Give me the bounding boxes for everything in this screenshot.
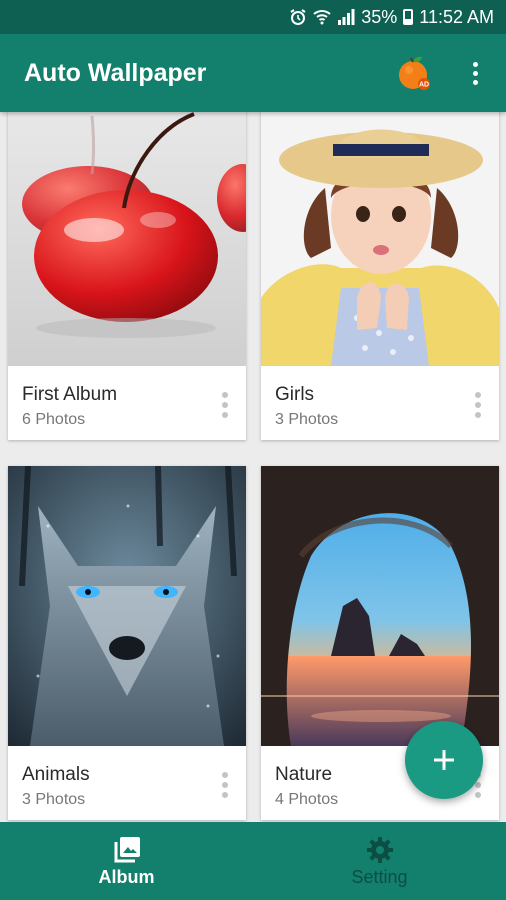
album-card[interactable]: Animals 3 Photos [8, 466, 246, 820]
signal-icon [337, 8, 355, 26]
nav-label-setting: Setting [351, 866, 408, 887]
ad-orange-icon[interactable]: AD [396, 55, 432, 91]
album-more-icon[interactable] [222, 392, 228, 418]
album-grid: First Album 6 Photos Girls 3 Photos Anim… [0, 112, 506, 822]
album-photo-count: 3 Photos [22, 791, 86, 808]
alarm-icon [289, 8, 307, 26]
battery-icon [403, 9, 414, 25]
album-name: Girls [275, 384, 315, 405]
overflow-menu-icon[interactable] [460, 53, 490, 93]
wifi-icon [313, 8, 331, 26]
album-photo-count: 6 Photos [22, 411, 86, 428]
photo-album-icon [114, 836, 140, 862]
app-bar: Auto Wallpaper AD [0, 34, 506, 112]
album-card[interactable]: Girls 3 Photos [261, 112, 499, 440]
wolf-photo [8, 466, 246, 746]
album-name: Animals [22, 764, 90, 785]
album-more-icon[interactable] [222, 772, 228, 798]
gear-icon [366, 836, 393, 863]
plus-icon [434, 750, 454, 770]
album-meta: Girls 3 Photos [261, 366, 499, 440]
add-album-button[interactable] [405, 721, 483, 799]
album-meta: First Album 6 Photos [8, 366, 246, 440]
nav-item-setting[interactable]: Setting [253, 822, 506, 900]
album-meta: Animals 3 Photos [8, 746, 246, 820]
bottom-navigation: Album Setting [0, 822, 506, 900]
status-bar: 35% 11:52 AM [0, 0, 506, 34]
album-name: First Album [22, 384, 118, 405]
album-more-icon[interactable] [475, 392, 481, 418]
nav-item-album[interactable]: Album [0, 822, 253, 900]
ad-badge: AD [419, 82, 429, 89]
clock: 11:52 AM [419, 6, 494, 27]
app-title: Auto Wallpaper [24, 58, 207, 87]
girl-photo [261, 112, 499, 366]
album-card[interactable]: First Album 6 Photos [8, 112, 246, 440]
cherry-photo [8, 112, 246, 366]
nav-label-album: Album [98, 866, 155, 887]
battery-percent: 35% [361, 6, 398, 27]
sea-cave-photo [261, 466, 499, 746]
album-photo-count: 3 Photos [275, 411, 339, 428]
